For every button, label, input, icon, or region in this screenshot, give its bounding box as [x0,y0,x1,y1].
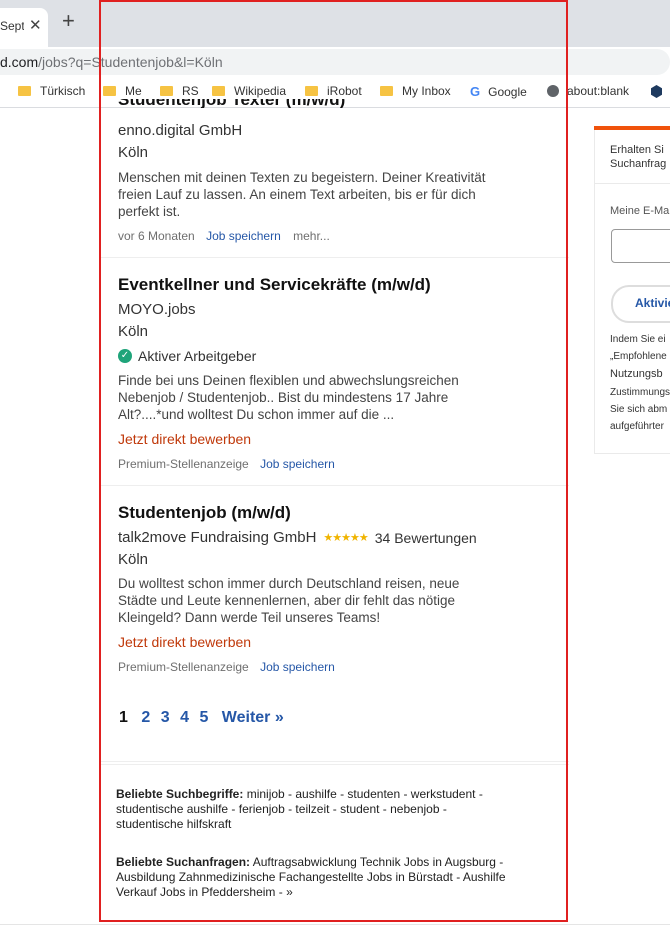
job-snippet: Finde bei uns Deinen flexiblen und abwec… [118,373,459,422]
folder-icon [380,86,393,96]
save-job-link[interactable]: Job speichern [206,229,281,243]
terms-link[interactable]: Nutzungsb [610,368,663,380]
tab-strip: Septe ✕ + [0,0,670,47]
legal-line: Indem Sie ei [610,334,666,345]
bookmark-label: Türkisch [40,84,86,98]
job-snippet: Menschen mit deinen Texten zu begeistern… [118,170,486,219]
company-name: talk2move Fundraising GmbH [118,529,317,546]
job-age: vor 6 Monaten [118,229,195,243]
divider [100,761,569,763]
url-domain: d.com [0,54,39,70]
legal-line: Sie sich abm [610,404,668,415]
bookmark-label: My Inbox [402,84,451,98]
bookmark-google[interactable]: G Google [470,84,527,99]
page-link-5[interactable]: 5 [199,709,208,726]
job-location: Köln [118,551,149,568]
sponsored-label: Premium-Stellenanzeige [118,660,249,674]
shield-icon [651,85,662,98]
url-field[interactable]: d.com/jobs?q=Studentenjob&l=Köln [0,49,670,75]
bookmark-label: Me [125,84,142,98]
page-link-4[interactable]: 4 [180,709,189,726]
job-card[interactable]: Eventkellner und Servicekräfte (m/w/d) M… [100,258,569,486]
popular-queries-label: Beliebte Suchanfragen: [116,855,251,869]
job-alert-panel: Erhalten Si Suchanfrag Meine E-Ma Aktivi… [594,126,670,454]
apply-now-link[interactable]: Jetzt direkt bewerben [118,431,251,447]
email-label: Meine E-Ma [610,205,670,217]
job-snippet: Du wolltest schon immer durch Deutschlan… [118,576,460,625]
bookmark-wikipedia[interactable]: Wikipedia [212,84,286,98]
bookmark-rs[interactable]: RS [160,84,199,98]
job-title[interactable]: Studentenjob (m/w/d) [118,503,291,523]
globe-icon [547,85,559,97]
button-label: Aktivie [635,296,670,310]
review-count-link[interactable]: 34 Bewertungen [375,530,477,546]
folder-icon [305,86,318,96]
job-meta: Premium-Stellenanzeige Job speichern [118,660,335,674]
browser-tab[interactable]: Septe ✕ [0,8,48,47]
legal-line: „Empfohlene [610,351,667,362]
company-name: enno.digital GmbH [118,122,243,139]
company-line: talk2move Fundraising GmbH ★★★★★ 34 Bewe… [118,529,477,546]
page-link-2[interactable]: 2 [141,709,150,726]
bookmark-label: RS [182,84,199,98]
folder-icon [103,86,116,96]
folder-icon [160,86,173,96]
popular-terms-label: Beliebte Suchbegriffe: [116,787,244,801]
next-page-link[interactable]: Weiter » [222,709,284,726]
bookmark-about-blank[interactable]: about:blank [547,84,629,98]
current-page: 1 [119,709,128,726]
bookmark-tuerkisch[interactable]: Türkisch [18,84,85,98]
bookmark-irobot[interactable]: iRobot [305,84,362,98]
bookmark-label: about:blank [567,84,630,98]
activate-alert-button[interactable]: Aktivie [611,285,670,323]
tab-title: Septe [0,19,24,33]
folder-icon [18,86,31,96]
job-location: Köln [118,323,149,340]
pagination: 1 2 3 4 5 Weiter » [119,709,284,727]
job-location: Köln [118,144,149,161]
close-tab-icon[interactable]: ✕ [29,16,42,34]
company-name: MOYO.jobs [118,301,196,318]
save-job-link[interactable]: Job speichern [260,457,335,471]
popular-search-queries: Beliebte Suchanfragen: Auftragsabwicklun… [116,855,516,900]
new-tab-icon[interactable]: + [62,10,75,32]
verified-check-icon: ✓ [118,349,132,363]
bookmark-me[interactable]: Me [103,84,142,98]
divider [595,183,670,184]
job-title[interactable]: Studentenjob Texter (m/w/d) [118,99,345,108]
rating-stars-icon: ★★★★★ [323,532,368,544]
badge-label: Aktiver Arbeitgeber [138,348,257,364]
legal-line: aufgeführter [610,421,664,432]
bookmark-label: Google [488,84,527,99]
job-card[interactable]: Studentenjob (m/w/d) talk2move Fundraisi… [100,486,569,765]
extension-bookmark[interactable] [651,85,662,98]
email-field[interactable] [611,229,670,263]
more-link[interactable]: mehr... [293,229,330,243]
alert-intro-line1: Erhalten Si [610,144,664,156]
page-link-3[interactable]: 3 [161,709,170,726]
save-job-link[interactable]: Job speichern [260,660,335,674]
popular-search-terms: Beliebte Suchbegriffe: minijob - aushilf… [116,787,506,832]
job-card[interactable]: Studentenjob Texter (m/w/d) enno.digital… [100,99,569,258]
alert-intro-line2: Suchanfrag [610,158,667,170]
job-meta: Premium-Stellenanzeige Job speichern [118,457,335,471]
sponsored-label: Premium-Stellenanzeige [118,457,249,471]
active-employer-badge: ✓ Aktiver Arbeitgeber [118,348,256,364]
job-title[interactable]: Eventkellner und Servicekräfte (m/w/d) [118,275,431,295]
google-icon: G [470,84,481,99]
apply-now-link[interactable]: Jetzt direkt bewerben [118,634,251,650]
address-bar: d.com/jobs?q=Studentenjob&l=Köln [0,47,670,77]
bookmark-my-inbox[interactable]: My Inbox [380,84,451,98]
job-meta: vor 6 Monaten Job speichern mehr... [118,229,330,243]
folder-icon [212,86,225,96]
page-bottom-divider [0,924,670,925]
alert-accent-bar [594,126,670,130]
bookmark-label: iRobot [327,84,362,98]
legal-line: Zustimmungs [610,387,670,398]
bookmark-label: Wikipedia [234,84,287,98]
url-path: /jobs?q=Studentenjob&l=Köln [38,54,223,70]
job-results-list: Studentenjob Texter (m/w/d) enno.digital… [100,99,569,899]
